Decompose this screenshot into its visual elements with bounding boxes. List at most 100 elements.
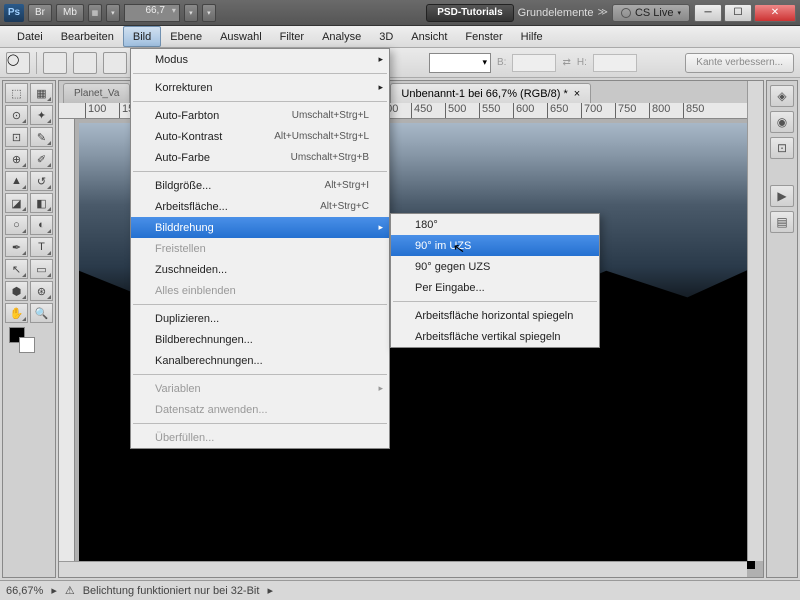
marquee-tool[interactable]: ▦ [30, 83, 53, 103]
mi-autokontrast[interactable]: Auto-KontrastAlt+Umschalt+Strg+L [131, 126, 389, 147]
paths-icon[interactable]: ⊡ [770, 137, 794, 159]
mi-flipv[interactable]: Arbeitsfläche vertikal spiegeln [391, 326, 599, 347]
dodge-tool[interactable]: ◐ [30, 215, 53, 235]
menu-ebene[interactable]: Ebene [161, 26, 211, 47]
color-swatches[interactable] [5, 325, 53, 355]
cs-live-button[interactable]: CS Live▾ [612, 4, 690, 22]
minimize-button[interactable]: ─ [694, 4, 722, 22]
minibridge-button[interactable]: Mb [56, 4, 84, 22]
zoom-field[interactable]: 66,7 [124, 4, 180, 22]
window-controls: ─ ☐ ✕ [694, 4, 796, 22]
stamp-tool[interactable]: ▲ [5, 171, 28, 191]
menu-3d[interactable]: 3D [370, 26, 402, 47]
camera-tool[interactable]: ⊛ [30, 281, 53, 301]
tab-unbenannt[interactable]: Unbenannt-1 bei 66,7% (RGB/8) *× [390, 83, 591, 103]
history-icon[interactable]: ▶ [770, 185, 794, 207]
zoom-tool[interactable]: 🔍 [30, 303, 53, 323]
scrollbar-vertical[interactable] [747, 81, 763, 561]
height-input[interactable] [593, 54, 637, 72]
menu-fenster[interactable]: Fenster [456, 26, 511, 47]
shape-tool[interactable]: ▭ [30, 259, 53, 279]
type-tool[interactable]: T [30, 237, 53, 257]
eraser-tool[interactable]: ◪ [5, 193, 28, 213]
mi-arbeitsflaeche[interactable]: Arbeitsfläche...Alt+Strg+C [131, 196, 389, 217]
arrange-dropdown[interactable]: ▾ [202, 4, 216, 22]
menu-auswahl[interactable]: Auswahl [211, 26, 271, 47]
heal-tool[interactable]: ⊕ [5, 149, 28, 169]
dropdown-bild: Modus Korrekturen Auto-FarbtonUmschalt+S… [130, 48, 390, 449]
eyedropper-tool[interactable]: ✎ [30, 127, 53, 147]
selection-new-icon[interactable] [43, 52, 67, 74]
history-tool[interactable]: ↺ [30, 171, 53, 191]
menu-bild[interactable]: Bild [123, 26, 161, 47]
refine-edge-button[interactable]: Kante verbessern... [685, 53, 794, 73]
menu-analyse[interactable]: Analyse [313, 26, 370, 47]
menu-hilfe[interactable]: Hilfe [512, 26, 552, 47]
mi-modus[interactable]: Modus [131, 49, 389, 70]
maximize-button[interactable]: ☐ [724, 4, 752, 22]
view-dropdown[interactable]: ▾ [184, 4, 198, 22]
mi-eingabe[interactable]: Per Eingabe... [391, 277, 599, 298]
actions-icon[interactable]: ▤ [770, 211, 794, 233]
layers-icon[interactable]: ◈ [770, 85, 794, 107]
status-disclosure-icon[interactable]: ▸ [267, 584, 273, 597]
mi-fliph[interactable]: Arbeitsfläche horizontal spiegeln [391, 305, 599, 326]
hand-tool[interactable]: ✋ [5, 303, 28, 323]
statusbar: 66,67% ▸ ⚠ Belichtung funktioniert nur b… [0, 580, 800, 600]
close-button[interactable]: ✕ [754, 4, 796, 22]
lasso-tool[interactable]: ⊙ [5, 105, 28, 125]
right-dock: ◈ ◉ ⊡ ▶ ▤ [766, 80, 798, 578]
style-select[interactable]: ▾ [429, 53, 491, 73]
mi-duplizieren[interactable]: Duplizieren... [131, 308, 389, 329]
mi-180[interactable]: 180° [391, 214, 599, 235]
brush-tool[interactable]: ✐ [30, 149, 53, 169]
tab-close-icon[interactable]: × [574, 88, 580, 100]
mi-variablen: Variablen [131, 378, 389, 399]
menu-filter[interactable]: Filter [271, 26, 313, 47]
bridge-button[interactable]: Br [28, 4, 52, 22]
tab-planet[interactable]: Planet_Va [63, 83, 130, 103]
wand-tool[interactable]: ✦ [30, 105, 53, 125]
mi-bildberechnungen[interactable]: Bildberechnungen... [131, 329, 389, 350]
channels-icon[interactable]: ◉ [770, 111, 794, 133]
screen-dropdown[interactable]: ▾ [106, 4, 120, 22]
move-tool[interactable]: ⬚ [5, 83, 28, 103]
3d-tool[interactable]: ⬢ [5, 281, 28, 301]
workspace-label[interactable]: Grundelemente [518, 7, 594, 19]
titlebar: Ps Br Mb ▦ ▾ 66,7 ▾ ▾ PSD-Tutorials Grun… [0, 0, 800, 26]
layout-dropdown[interactable]: ▦ [88, 4, 102, 22]
menu-datei[interactable]: Datei [8, 26, 52, 47]
width-input[interactable] [512, 54, 556, 72]
mi-korrekturen[interactable]: Korrekturen [131, 77, 389, 98]
workspace-expander[interactable]: ≫ [597, 7, 607, 18]
status-arrow-icon[interactable]: ▸ [51, 584, 57, 597]
menu-bearbeiten[interactable]: Bearbeiten [52, 26, 123, 47]
pen-tool[interactable]: ✒ [5, 237, 28, 257]
mi-bilddrehung[interactable]: Bilddrehung [131, 217, 389, 238]
selection-sub-icon[interactable] [103, 52, 127, 74]
mi-zuschneiden[interactable]: Zuschneiden... [131, 259, 389, 280]
mi-ueberfuellen: Überfüllen... [131, 427, 389, 448]
gradient-tool[interactable]: ◧ [30, 193, 53, 213]
selection-add-icon[interactable] [73, 52, 97, 74]
mi-datensatz: Datensatz anwenden... [131, 399, 389, 420]
mi-freistellen: Freistellen [131, 238, 389, 259]
mi-kanal[interactable]: Kanalberechnungen... [131, 350, 389, 371]
height-label: H: [577, 57, 587, 68]
mi-autofarbton[interactable]: Auto-FarbtonUmschalt+Strg+L [131, 105, 389, 126]
mi-90ccw[interactable]: 90° gegen UZS [391, 256, 599, 277]
mi-bildgroesse[interactable]: Bildgröße...Alt+Strg+I [131, 175, 389, 196]
tool-preset-icon[interactable]: ◯ [6, 52, 30, 74]
blur-tool[interactable]: ○ [5, 215, 28, 235]
psd-tutorials-button[interactable]: PSD-Tutorials [426, 4, 513, 22]
background-swatch[interactable] [19, 337, 35, 353]
link-icon[interactable]: ⇄ [562, 57, 570, 68]
menu-ansicht[interactable]: Ansicht [402, 26, 456, 47]
mi-90cw[interactable]: 90° im UZS [391, 235, 599, 256]
mi-autofarbe[interactable]: Auto-FarbeUmschalt+Strg+B [131, 147, 389, 168]
crop-tool[interactable]: ⊡ [5, 127, 28, 147]
ruler-vertical [59, 119, 75, 577]
path-tool[interactable]: ↖ [5, 259, 28, 279]
scrollbar-horizontal[interactable] [59, 561, 747, 577]
status-zoom[interactable]: 66,67% [6, 585, 43, 597]
